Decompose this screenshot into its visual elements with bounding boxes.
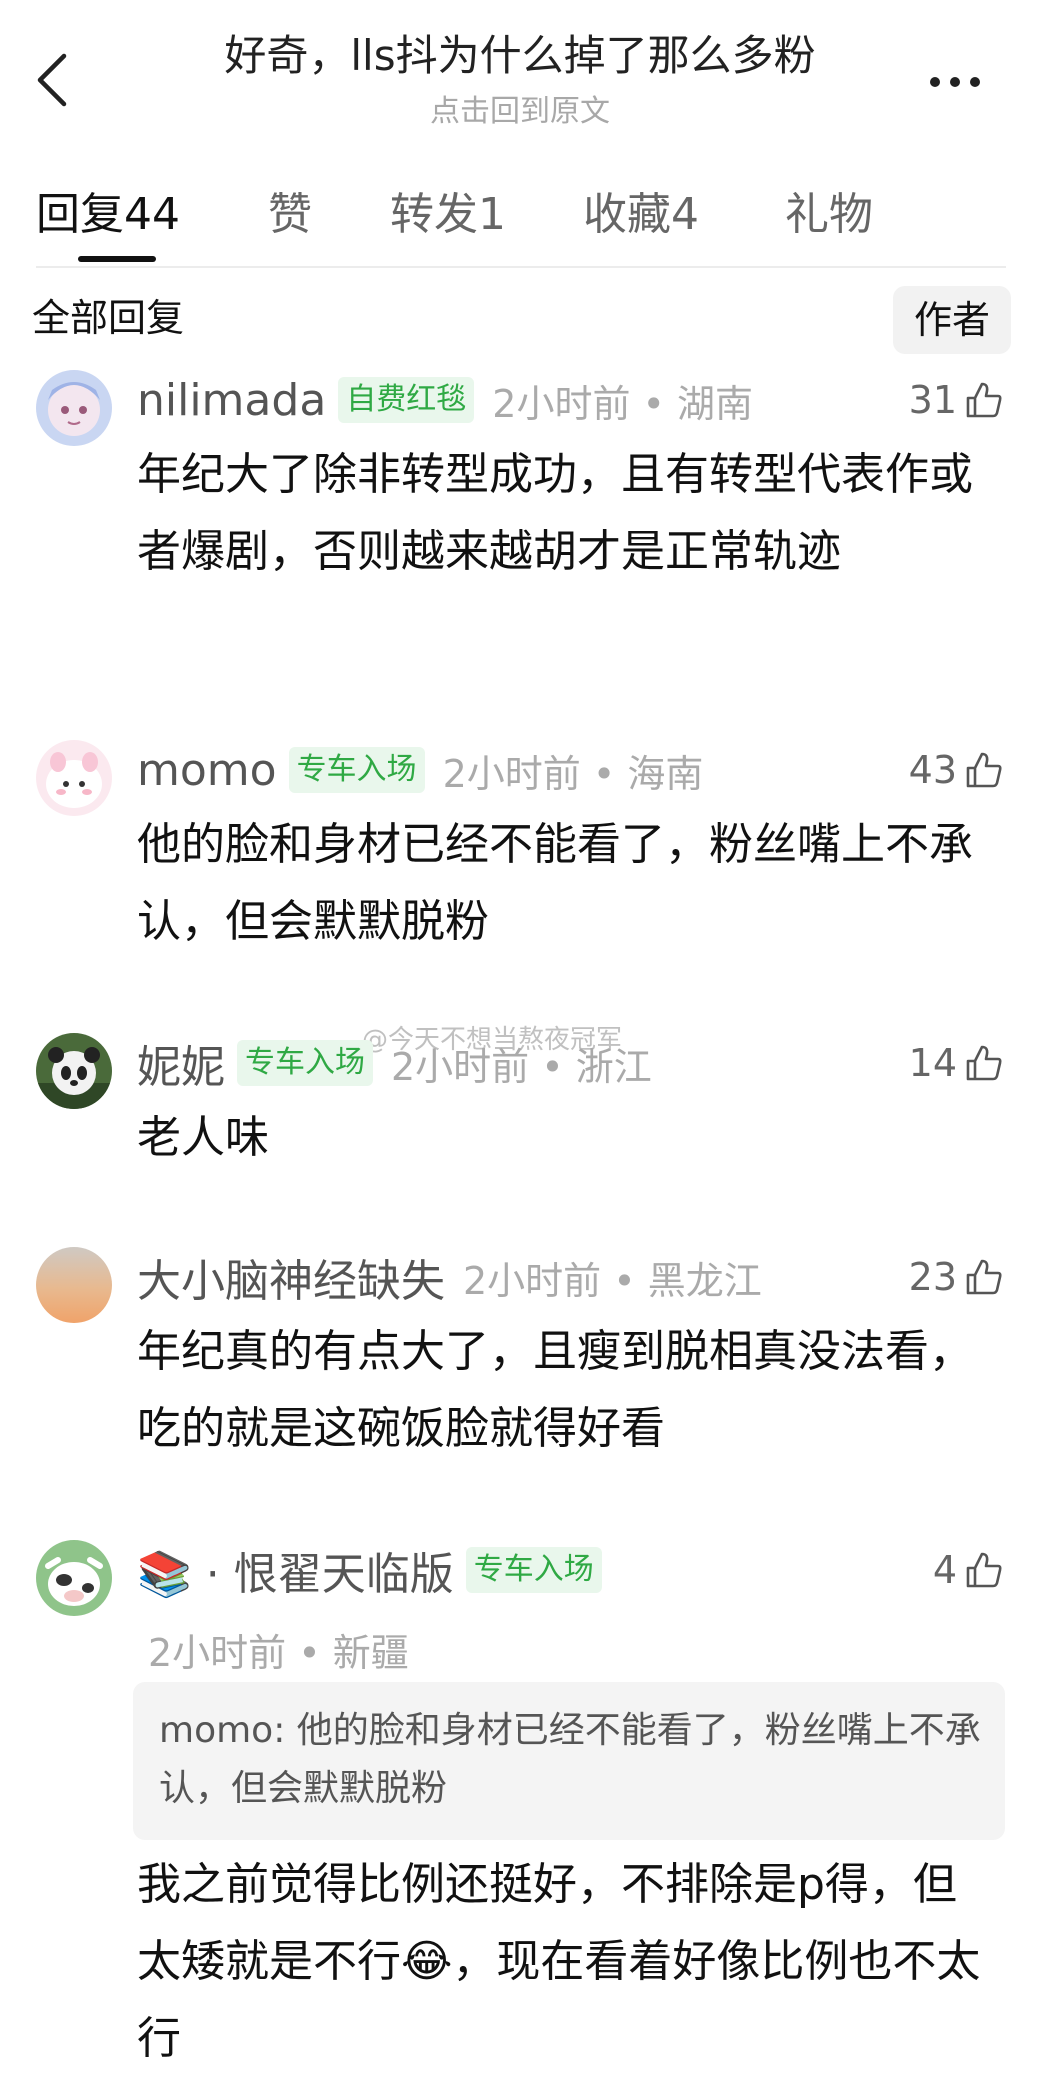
comment-header: nilimada 自费红毯 2小时前 • 湖南 xyxy=(137,370,753,430)
thumbs-up-icon xyxy=(966,1045,1002,1081)
avatar[interactable] xyxy=(36,1033,112,1109)
tab-favorites[interactable]: 收藏4 xyxy=(583,180,699,250)
location: 湖南 xyxy=(677,381,754,426)
tab-bar: 回复44 赞 转发1 收藏4 礼物 xyxy=(0,180,1043,270)
back-arrow-icon[interactable] xyxy=(28,50,78,110)
like-button[interactable]: 43 xyxy=(909,740,1003,800)
avatar[interactable] xyxy=(36,740,112,816)
comment-header: 📚 · 恨翟天临版 专车入场 xyxy=(137,1540,602,1600)
location: 浙江 xyxy=(575,1044,652,1089)
top-bar: 好奇，lls抖为什么掉了那么多粉 点击回到原文 xyxy=(0,0,1043,150)
like-count: 4 xyxy=(932,1548,957,1592)
tab-favorites-count: 4 xyxy=(671,189,699,240)
timestamp: 2小时前 xyxy=(391,1044,530,1089)
comment-header: momo 专车入场 2小时前 • 海南 xyxy=(137,740,703,800)
like-button[interactable]: 31 xyxy=(909,370,1003,430)
comment-meta: 2小时前 • 新疆 xyxy=(148,1631,409,1675)
timestamp: 2小时前 xyxy=(442,751,581,796)
thumbs-up-icon xyxy=(966,752,1002,788)
status-badge: 自费红毯 xyxy=(338,377,475,423)
page-title: 好奇，lls抖为什么掉了那么多粉 xyxy=(224,31,816,80)
thumbs-up-icon xyxy=(966,382,1002,418)
location: 海南 xyxy=(627,751,704,796)
comment-header: 大小脑神经缺失 2小时前 • 黑龙江 xyxy=(137,1247,762,1307)
location: 新疆 xyxy=(332,1631,409,1675)
tab-reposts[interactable]: 转发1 xyxy=(390,180,506,250)
back-to-original-link[interactable]: 点击回到原文 xyxy=(150,92,890,132)
thumbs-up-icon xyxy=(966,1259,1002,1295)
quoted-reply-text: momo: 他的脸和身材已经不能看了，粉丝嘴上不承认，但会默默脱粉 xyxy=(159,1710,981,1809)
tab-likes-label: 赞 xyxy=(268,189,312,240)
divider xyxy=(36,266,1006,268)
comment-meta: 2小时前 • 浙江 xyxy=(391,1044,652,1089)
comment-text: 老人味 xyxy=(137,1112,269,1163)
comment-meta: 2小时前 • 海南 xyxy=(442,751,704,796)
comment-text: 年纪真的有点大了，且瘦到脱相真没法看，吃的就是这碗饭脸就得好看 xyxy=(137,1326,973,1454)
quoted-reply[interactable]: momo: 他的脸和身材已经不能看了，粉丝嘴上不承认，但会默默脱粉 xyxy=(133,1682,1005,1840)
quoted-username[interactable]: momo xyxy=(159,1710,273,1751)
status-badge: 专车入场 xyxy=(465,1547,602,1593)
like-count: 23 xyxy=(908,1255,957,1299)
username[interactable]: nilimada xyxy=(137,375,326,426)
timestamp: 2小时前 xyxy=(148,1631,287,1675)
avatar[interactable] xyxy=(36,1247,112,1323)
tab-favorites-label: 收藏 xyxy=(583,189,671,240)
like-count: 31 xyxy=(908,378,957,422)
comment-meta: 2小时前 • 黑龙江 xyxy=(463,1258,762,1303)
tab-replies[interactable]: 回复44 xyxy=(36,180,180,250)
comment-text: 他的脸和身材已经不能看了，粉丝嘴上不承认，但会默默脱粉 xyxy=(137,819,973,947)
all-replies-label: 全部回复 xyxy=(32,296,185,340)
username[interactable]: 大小脑神经缺失 xyxy=(137,1245,445,1309)
tab-reposts-count: 1 xyxy=(478,189,506,240)
tab-gifts[interactable]: 礼物 xyxy=(785,180,873,250)
avatar[interactable] xyxy=(36,370,112,446)
comment-text: 年纪大了除非转型成功，且有转型代表作或者爆剧，否则越来越胡才是正常轨迹 xyxy=(137,449,973,577)
location: 黑龙江 xyxy=(647,1258,762,1303)
status-badge: 专车入场 xyxy=(237,1040,373,1086)
like-count: 43 xyxy=(908,748,957,792)
username[interactable]: momo xyxy=(137,745,277,796)
author-filter-button[interactable]: 作者 xyxy=(893,286,1011,354)
comment-text: 我之前觉得比例还挺好，不排除是p得，但太矮就是不行😂，现在看着好像比例也不太行 xyxy=(137,1859,981,2064)
thumbs-up-icon xyxy=(966,1552,1002,1588)
active-tab-indicator xyxy=(78,256,156,262)
tab-replies-count: 44 xyxy=(124,189,180,240)
tab-replies-label: 回复 xyxy=(36,189,124,240)
comment-header: 妮妮 专车入场 2小时前 • 浙江 xyxy=(137,1033,652,1093)
comment-meta: 2小时前 • 湖南 xyxy=(492,381,754,426)
like-button[interactable]: 23 xyxy=(909,1247,1003,1307)
quoted-content: 他的脸和身材已经不能看了，粉丝嘴上不承认，但会默默脱粉 xyxy=(159,1710,981,1809)
status-badge: 专车入场 xyxy=(288,747,425,793)
like-count: 14 xyxy=(908,1041,957,1085)
like-button[interactable]: 14 xyxy=(909,1033,1003,1093)
username[interactable]: 妮妮 xyxy=(137,1031,225,1095)
timestamp: 2小时前 xyxy=(492,381,631,426)
avatar[interactable] xyxy=(36,1540,112,1616)
like-button[interactable]: 4 xyxy=(933,1540,1003,1600)
more-options-icon[interactable] xyxy=(925,62,985,102)
username[interactable]: 📚 · 恨翟天临版 xyxy=(137,1538,454,1602)
tab-gifts-label: 礼物 xyxy=(785,189,873,240)
tab-likes[interactable]: 赞 xyxy=(268,180,312,250)
timestamp: 2小时前 xyxy=(463,1258,602,1303)
tab-reposts-label: 转发 xyxy=(390,189,478,240)
